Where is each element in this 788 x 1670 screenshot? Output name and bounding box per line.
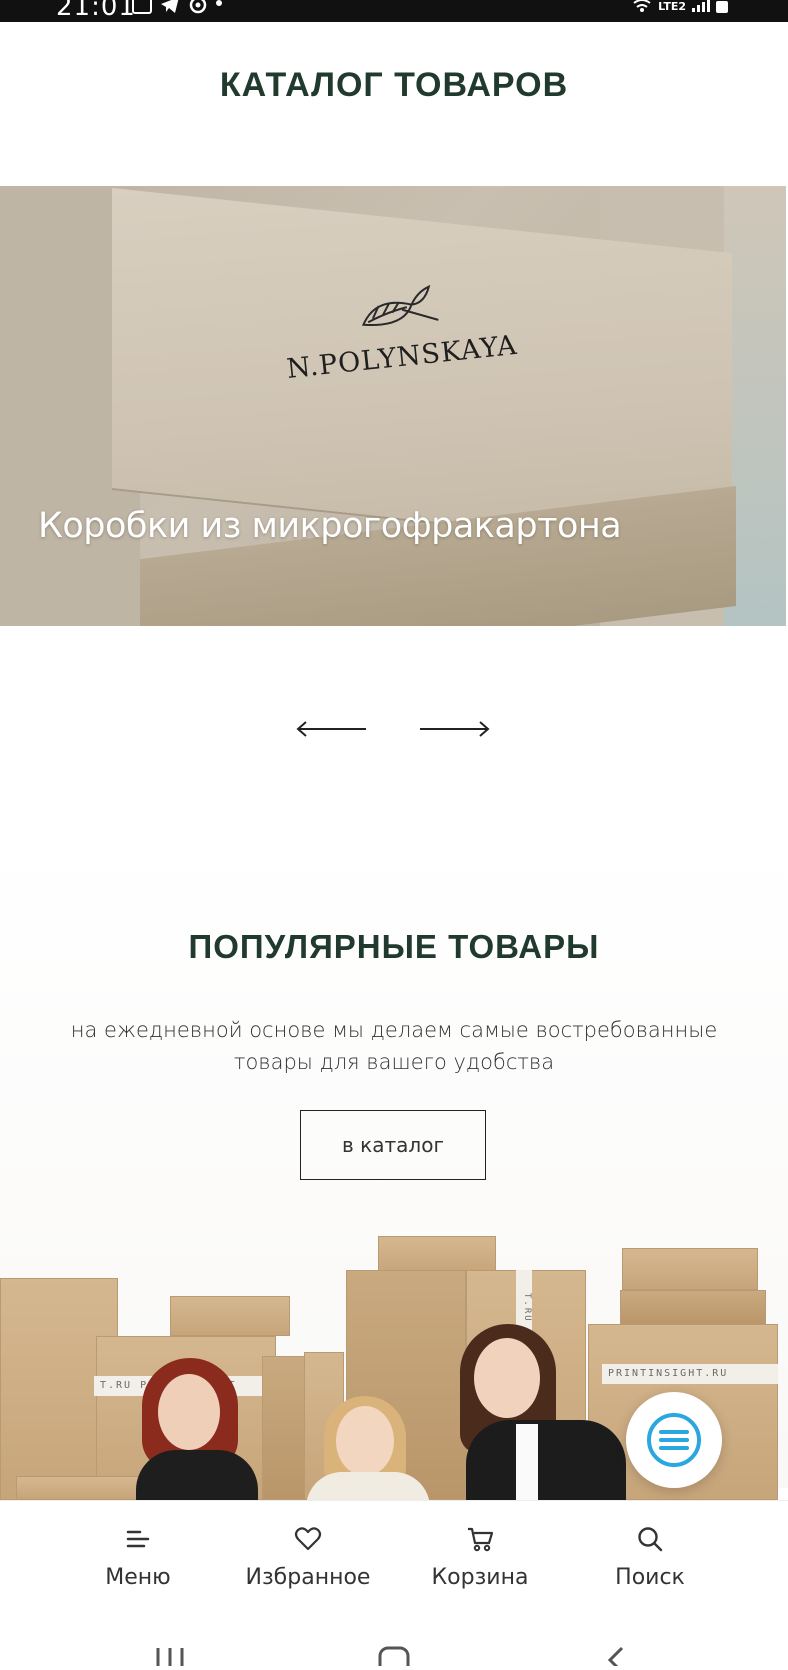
person-right: [456, 1324, 626, 1500]
cardboard-box: [170, 1296, 290, 1336]
arrow-left-icon: [296, 721, 366, 737]
bottom-navigation: Меню Избранное Корзина Поиск: [0, 1500, 788, 1609]
status-notification-icons: [132, 0, 222, 14]
status-system-icons: LTE2: [632, 0, 728, 17]
nav-favorites-label: Избранное: [245, 1565, 371, 1590]
nav-menu-label: Меню: [105, 1565, 171, 1590]
catalog-slide[interactable]: N.POLYNSKAYA Коробки из микрогофракартон…: [0, 186, 786, 626]
section-title: ПОПУЛЯРНЫЕ ТОВАРЫ: [188, 928, 600, 965]
arrow-right-icon: [420, 721, 490, 737]
page-title: КАТАЛОГ ТОВАРОВ: [219, 66, 569, 104]
gallery-icon: [132, 0, 152, 14]
app-icon: [188, 0, 208, 14]
nav-cart[interactable]: Корзина: [390, 1501, 570, 1609]
slider-prev-button[interactable]: [296, 720, 368, 738]
menu-icon: [126, 1530, 150, 1548]
section-subtitle: на ежедневной основе мы делаем самые вос…: [70, 1018, 718, 1074]
person-left: [136, 1358, 266, 1500]
nav-menu[interactable]: Меню: [48, 1501, 228, 1609]
telegram-icon: [160, 0, 180, 14]
heart-icon: [294, 1527, 322, 1551]
slide-caption[interactable]: Коробки из микрогофракартона: [38, 506, 622, 546]
system-navigation-bar: [0, 1608, 788, 1670]
battery-icon: [716, 1, 728, 13]
network-type: LTE2: [658, 0, 686, 13]
home-icon[interactable]: [378, 1646, 410, 1670]
cart-icon: [468, 1527, 494, 1552]
back-icon[interactable]: [607, 1646, 624, 1670]
cardboard-box: [622, 1248, 758, 1290]
to-catalog-button[interactable]: в каталог: [300, 1110, 486, 1180]
dot-icon: [216, 0, 222, 6]
slider-next-button[interactable]: [418, 720, 490, 738]
nav-cart-label: Корзина: [431, 1565, 529, 1590]
nav-search-label: Поиск: [615, 1565, 685, 1590]
status-bar: 21:01 LTE2: [0, 0, 788, 22]
nav-favorites[interactable]: Избранное: [218, 1501, 398, 1609]
person-center: [300, 1396, 440, 1500]
nav-search[interactable]: Поиск: [560, 1501, 740, 1609]
tape-label: PRINTINSIGHT.RU: [602, 1364, 778, 1384]
recent-apps-icon[interactable]: [156, 1648, 184, 1666]
search-icon: [638, 1527, 663, 1552]
wifi-icon: [632, 0, 652, 17]
chat-menu-icon: [647, 1413, 701, 1467]
cardboard-box: [620, 1290, 766, 1326]
chat-widget-button[interactable]: [626, 1392, 722, 1488]
signal-icon: [692, 0, 710, 12]
status-time: 21:01: [56, 0, 136, 22]
cardboard-box: [378, 1236, 496, 1274]
